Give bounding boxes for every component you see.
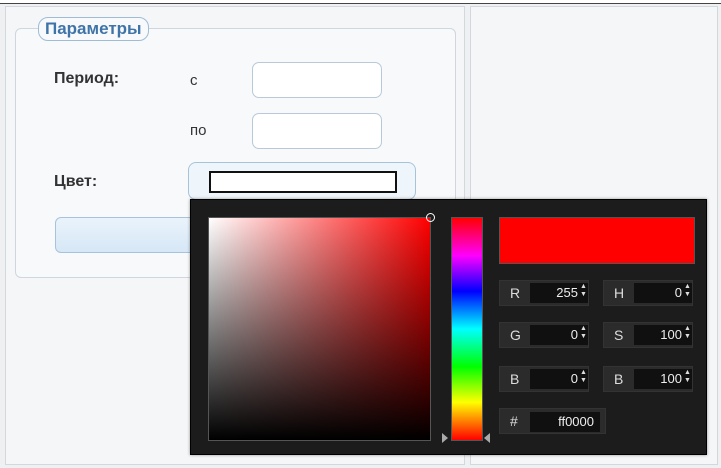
r-label: R [510, 285, 521, 301]
r-channel[interactable]: R 255 ▲ ▼ [499, 280, 589, 306]
s-spinner-icon[interactable]: ▲ ▼ [684, 325, 691, 341]
period-from-input[interactable] [252, 62, 382, 98]
g-channel[interactable]: G 0 ▲ ▼ [499, 322, 589, 348]
brightness-label: B [614, 371, 624, 387]
hue-pointer-left-icon[interactable] [442, 433, 448, 443]
hue-pointer-right-icon[interactable] [484, 433, 490, 443]
b-label: B [510, 371, 520, 387]
period-to-label: по [190, 122, 207, 139]
hue-slider[interactable] [451, 217, 483, 441]
g-label: G [510, 327, 521, 343]
h-spinner-icon[interactable]: ▲ ▼ [684, 283, 691, 299]
color-label: Цвет: [54, 173, 98, 190]
hex-value[interactable]: ff0000 [530, 412, 600, 432]
saturation-value-marker[interactable] [426, 213, 435, 222]
s-label: S [614, 327, 624, 343]
b-spinner-icon[interactable]: ▲ ▼ [580, 369, 587, 385]
hex-field[interactable]: # ff0000 [499, 408, 606, 434]
s-channel[interactable]: S 100 ▲ ▼ [603, 322, 693, 348]
color-picker: R 255 ▲ ▼ H 0 ▲ ▼ G 0 ▲ ▼ S 100 ▲ ▼ B 0 ▲ ▼ B… [190, 199, 707, 455]
hex-label: # [510, 413, 518, 429]
top-line [0, 0, 721, 4]
b-channel[interactable]: B 0 ▲ ▼ [499, 366, 589, 392]
color-swatch[interactable] [209, 171, 397, 193]
g-spinner-icon[interactable]: ▲ ▼ [580, 325, 587, 341]
color-field[interactable] [188, 162, 416, 200]
period-from-label: с [190, 72, 198, 89]
h-label: H [614, 285, 625, 301]
period-to-input[interactable] [252, 113, 382, 149]
saturation-value-area[interactable] [208, 213, 435, 441]
r-spinner-icon[interactable]: ▲ ▼ [580, 283, 587, 299]
brightness-spinner-icon[interactable]: ▲ ▼ [684, 369, 691, 385]
color-preview [499, 217, 695, 264]
parameters-legend: Параметры [38, 17, 149, 41]
h-channel[interactable]: H 0 ▲ ▼ [603, 280, 693, 306]
brightness-channel[interactable]: B 100 ▲ ▼ [603, 366, 693, 392]
period-label: Период: [54, 70, 120, 87]
